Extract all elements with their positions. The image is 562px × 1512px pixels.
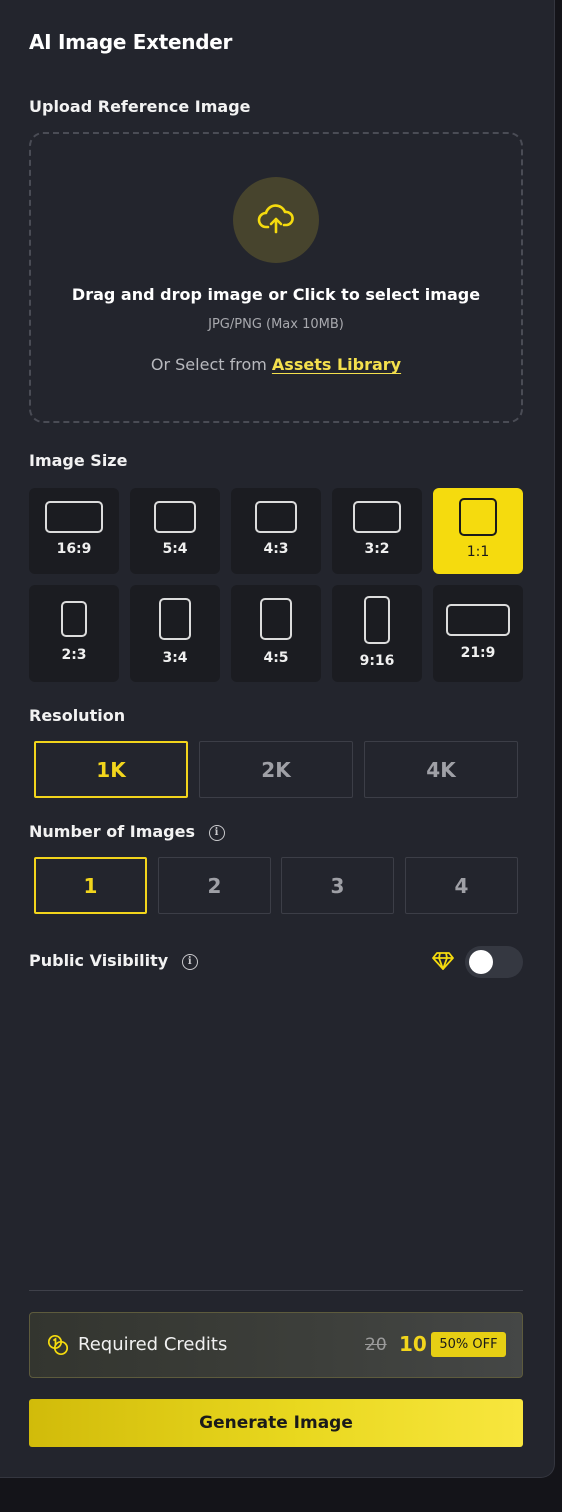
visibility-heading: Public Visibility i — [29, 951, 198, 970]
resolution-option-4k[interactable]: 4K — [364, 741, 518, 798]
size-option-16-9[interactable]: 16:9 — [29, 488, 119, 574]
resolution-option-2k[interactable]: 2K — [199, 741, 353, 798]
size-option-label: 1:1 — [466, 544, 490, 560]
size-option-label: 4:3 — [263, 541, 289, 557]
discounted-credits: 10 — [399, 1332, 427, 1356]
ratio-2-3-icon — [61, 601, 87, 637]
size-option-label: 9:16 — [359, 653, 395, 669]
ratio-3-4-icon — [159, 598, 191, 640]
ratio-9-16-icon — [364, 596, 390, 644]
discount-badge: 50% OFF — [431, 1332, 506, 1357]
size-option-label: 5:4 — [162, 541, 188, 557]
num-images-option-4[interactable]: 4 — [405, 857, 518, 914]
size-option-5-4[interactable]: 5:4 — [130, 488, 220, 574]
ratio-5-4-icon — [154, 501, 196, 533]
ratio-4-5-icon — [260, 598, 292, 640]
size-option-4-5[interactable]: 4:5 — [231, 585, 321, 682]
size-option-label: 3:4 — [162, 650, 188, 666]
size-option-1-1[interactable]: 1:1 — [433, 488, 523, 574]
upload-formats: JPG/PNG (Max 10MB) — [208, 317, 344, 332]
size-option-label: 2:3 — [61, 647, 87, 663]
size-option-4-3[interactable]: 4:3 — [231, 488, 321, 574]
or-select-text: Or Select from — [150, 355, 267, 374]
size-option-label: 4:5 — [263, 650, 289, 666]
size-option-label: 21:9 — [460, 645, 496, 661]
assets-line: Or Select from Assets Library — [29, 355, 523, 374]
upload-cloud-icon[interactable] — [233, 177, 319, 263]
upload-label: Upload Reference Image — [29, 97, 251, 116]
num-images-option-3[interactable]: 3 — [281, 857, 394, 914]
upload-dropzone[interactable] — [29, 132, 523, 423]
ratio-4-3-icon — [255, 501, 297, 533]
size-option-21-9[interactable]: 21:9 — [433, 585, 523, 682]
num-images-option-2[interactable]: 2 — [158, 857, 271, 914]
size-option-3-4[interactable]: 3:4 — [130, 585, 220, 682]
assets-library-link[interactable]: Assets Library — [272, 355, 401, 374]
resolution-label: Resolution — [29, 706, 126, 725]
info-icon[interactable]: i — [181, 953, 198, 970]
size-option-9-16[interactable]: 9:16 — [332, 585, 422, 682]
num-images-heading: Number of Images i — [29, 822, 225, 841]
toggle-knob — [469, 950, 493, 974]
size-option-label: 16:9 — [56, 541, 92, 557]
original-credits: 20 — [365, 1335, 387, 1355]
ratio-3-2-icon — [353, 501, 401, 533]
ratio-1-1-icon — [459, 498, 497, 536]
ratio-16-9-icon — [45, 501, 103, 533]
ratio-21-9-icon — [446, 604, 510, 636]
public-visibility-toggle[interactable] — [465, 946, 523, 978]
coins-icon — [47, 1334, 69, 1360]
visibility-label: Public Visibility — [29, 951, 169, 970]
image-size-label: Image Size — [29, 451, 128, 470]
diamond-premium-icon — [432, 951, 454, 975]
page-title: AI Image Extender — [29, 30, 233, 54]
size-option-label: 3:2 — [364, 541, 390, 557]
required-credits-label: Required Credits — [78, 1334, 228, 1355]
drop-instructions: Drag and drop image or Click to select i… — [71, 285, 481, 304]
num-images-label: Number of Images — [29, 822, 195, 841]
generate-image-button[interactable]: Generate Image — [29, 1399, 523, 1447]
resolution-option-1k[interactable]: 1K — [34, 741, 188, 798]
divider — [29, 1290, 523, 1291]
size-option-2-3[interactable]: 2:3 — [29, 585, 119, 682]
info-icon[interactable]: i — [208, 824, 225, 841]
num-images-option-1[interactable]: 1 — [34, 857, 147, 914]
extender-panel: AI Image Extender Upload Reference Image… — [0, 0, 555, 1478]
size-option-3-2[interactable]: 3:2 — [332, 488, 422, 574]
